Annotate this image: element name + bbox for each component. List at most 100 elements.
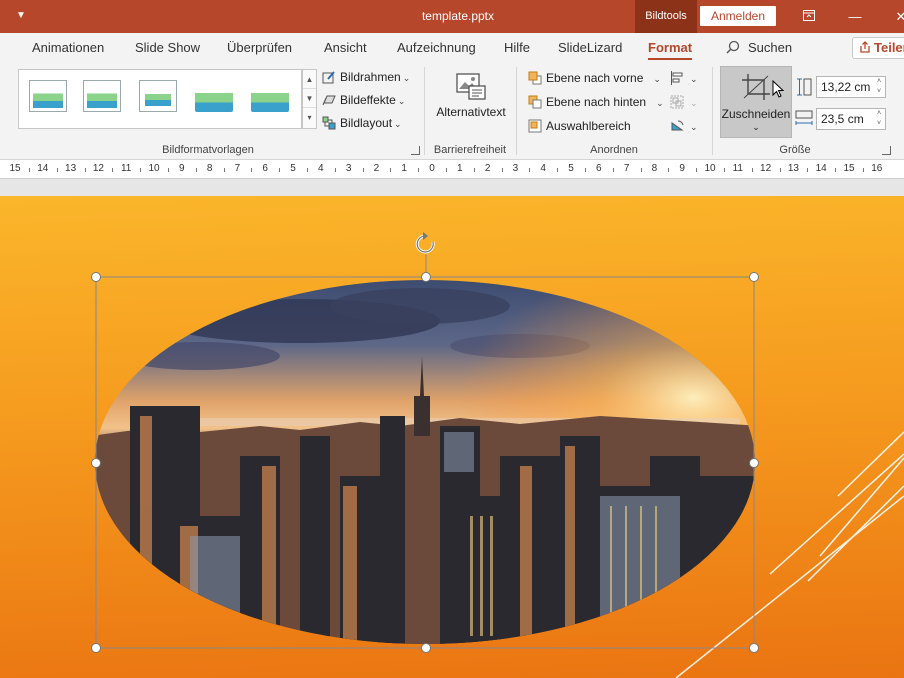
picture-layout-icon <box>322 116 336 130</box>
resize-handle-top-right[interactable] <box>749 272 759 282</box>
resize-handle-bottom-left[interactable] <box>91 643 101 653</box>
resize-handle-bottom-right[interactable] <box>749 643 759 653</box>
tab-slide-show[interactable]: Slide Show <box>135 33 200 63</box>
style-thumb-4[interactable] <box>195 80 233 112</box>
crop-icon <box>742 74 770 100</box>
bildlayout-button[interactable]: Bildlayout ⌄ <box>322 113 402 133</box>
ruler-tick <box>84 168 86 172</box>
horizontal-ruler: 15 14 13 12 11 10 9 8 7 6 5 4 3 2 1 0 1 2 3 4 5 6 7 8 9 10 11 12 13 1… <box>0 161 904 179</box>
crop-dropdown-icon[interactable]: ⌄ <box>721 122 791 133</box>
title-bar: ▼ template.pptx Bildtools Anmelden — ✕ <box>0 0 904 33</box>
slide-canvas[interactable] <box>0 196 904 678</box>
width-stepper[interactable]: ˄ ˅ <box>873 109 885 129</box>
tab-format[interactable]: Format <box>648 33 693 63</box>
rotate-button[interactable]: ⌄ <box>670 116 698 136</box>
ruler-tick <box>668 168 670 172</box>
group-objects-button[interactable]: ⌄ <box>670 92 698 112</box>
ruler-tick <box>584 168 586 172</box>
ruler-label: 12 <box>760 163 772 174</box>
group-separator <box>712 67 713 155</box>
ruler-tick <box>418 168 420 172</box>
size-dialog-launcher-icon[interactable] <box>882 146 891 155</box>
gallery-down-icon[interactable]: ▼ <box>303 89 316 108</box>
ruler-tick <box>751 168 753 172</box>
city-photo[interactable] <box>90 276 760 656</box>
ruler-tick <box>390 168 392 172</box>
tab-ueberpruefen[interactable]: Überprüfen <box>227 33 292 63</box>
alt-text-button[interactable]: Alternativtext <box>432 69 510 119</box>
picture-effects-icon <box>322 95 336 106</box>
send-backward-icon <box>528 95 542 109</box>
width-field[interactable]: 23,5 cm ˄ ˅ <box>816 108 886 130</box>
rotate-handle-icon[interactable] <box>415 232 435 254</box>
resize-handle-bottom[interactable] <box>421 643 431 653</box>
group-label-bildformatvorlagen: Bildformatvorlagen <box>162 144 254 156</box>
ruler-label: 5 <box>568 163 574 174</box>
bring-forward-button[interactable]: Ebene nach vorne ⌄ <box>528 68 661 88</box>
ruler-tick <box>195 168 197 172</box>
resize-handle-top-left[interactable] <box>91 272 101 282</box>
resize-handle-right[interactable] <box>749 458 759 468</box>
ruler-label: 0 <box>429 163 435 174</box>
crop-label: Zuschneiden <box>721 107 791 121</box>
picture-styles-gallery[interactable] <box>18 69 302 129</box>
ruler-tick <box>279 168 281 172</box>
send-backward-button[interactable]: Ebene nach hinten ⌄ <box>528 92 664 112</box>
ruler-label: 9 <box>679 163 685 174</box>
ruler-tick <box>779 168 781 172</box>
ruler-tick <box>557 168 559 172</box>
group-separator <box>516 67 517 155</box>
tab-ansicht[interactable]: Ansicht <box>324 33 367 63</box>
resize-handle-top[interactable] <box>421 272 431 282</box>
ruler-label: 4 <box>540 163 546 174</box>
ruler-label: 10 <box>148 163 160 174</box>
height-stepper[interactable]: ˄ ˅ <box>873 77 885 97</box>
tab-hilfe[interactable]: Hilfe <box>504 33 530 63</box>
dialog-launcher-icon[interactable] <box>411 146 420 155</box>
ruler-label: 3 <box>512 163 519 174</box>
bildeffekte-label: Bildeffekte <box>340 93 396 107</box>
ruler-tick <box>140 168 142 172</box>
align-button[interactable]: ⌄ <box>670 68 698 88</box>
bring-forward-icon <box>528 71 542 85</box>
ruler-tick <box>223 168 225 172</box>
ruler-label: 15 <box>9 163 21 174</box>
width-icon <box>795 110 813 125</box>
ruler-label: 9 <box>179 163 185 174</box>
tab-animationen[interactable]: Animationen <box>32 33 104 63</box>
bildrahmen-button[interactable]: Bildrahmen ⌄ <box>322 67 410 87</box>
selection-pane-button[interactable]: Auswahlbereich <box>528 116 631 136</box>
style-thumb-3[interactable] <box>139 80 177 112</box>
alt-text-icon <box>456 73 486 100</box>
ruler-tick <box>696 168 698 172</box>
height-icon <box>797 78 812 96</box>
ruler-label: 16 <box>871 163 883 174</box>
selection-pane-icon <box>528 119 542 133</box>
group-label-groesse: Größe <box>779 144 811 156</box>
ribbon-display-options-icon[interactable] <box>786 0 832 33</box>
search-box[interactable]: Suchen <box>726 33 792 63</box>
gallery-up-icon[interactable]: ▲ <box>303 70 316 89</box>
group-label-anordnen: Anordnen <box>590 144 638 156</box>
bildeffekte-button[interactable]: Bildeffekte ⌄ <box>322 90 405 110</box>
style-thumb-2[interactable] <box>83 80 121 112</box>
ruler-tick <box>251 168 253 172</box>
resize-handle-left[interactable] <box>91 458 101 468</box>
tab-slidelizard[interactable]: SlideLizard <box>558 33 622 63</box>
signin-button[interactable]: Anmelden <box>700 6 776 26</box>
tab-aufzeichnung[interactable]: Aufzeichnung <box>397 33 476 63</box>
ruler-label: 2 <box>484 163 491 174</box>
gallery-scroll[interactable]: ▲ ▼ ▾ <box>302 69 317 129</box>
ruler-label: 12 <box>92 163 104 174</box>
crop-button[interactable]: Zuschneiden ⌄ <box>720 66 792 138</box>
customize-quick-access-icon[interactable]: ▼ <box>14 9 28 23</box>
gallery-more-icon[interactable]: ▾ <box>303 108 316 127</box>
minimize-icon[interactable]: — <box>832 0 878 33</box>
ruler-label: 1 <box>457 163 463 174</box>
height-field[interactable]: 13,22 cm ˄ ˅ <box>816 76 886 98</box>
ruler-tick <box>473 168 475 172</box>
close-window-icon[interactable]: ✕ <box>878 0 904 33</box>
share-button[interactable]: Teilen <box>852 37 904 59</box>
style-thumb-5[interactable] <box>251 80 289 112</box>
style-thumb-1[interactable] <box>29 80 67 112</box>
